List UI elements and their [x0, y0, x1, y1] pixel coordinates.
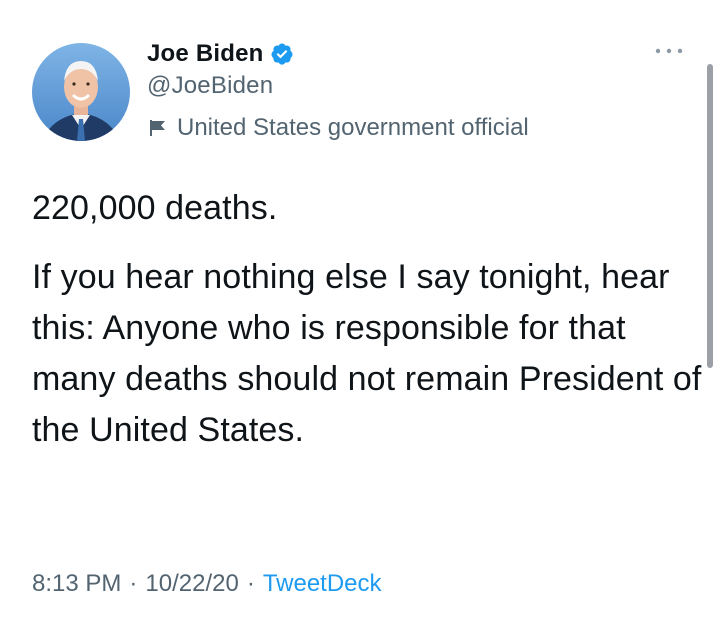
avatar[interactable] [32, 43, 130, 141]
tweet-source-link[interactable]: TweetDeck [263, 570, 382, 598]
author-handle[interactable]: @JoeBiden [147, 72, 273, 100]
scrollbar[interactable] [707, 64, 713, 368]
author-name-row[interactable]: Joe Biden [147, 38, 294, 70]
tweet-date[interactable]: 10/22/20 [145, 570, 238, 598]
tweet-meta: 8:13 PM · 10/22/20 · TweetDeck [32, 566, 382, 602]
tweet-time[interactable]: 8:13 PM [32, 570, 121, 598]
tweet-text-line: 220,000 deaths. [32, 189, 278, 227]
author-display-name[interactable]: Joe Biden [147, 40, 264, 68]
government-official-label: United States government official [177, 114, 529, 141]
meta-separator: · [246, 570, 255, 597]
author-label-row: United States government official [147, 113, 529, 143]
tweet-card: Joe Biden @JoeBiden United States govern… [0, 0, 720, 621]
verified-badge-icon [270, 42, 294, 66]
meta-separator: · [129, 570, 138, 597]
flag-icon [147, 117, 169, 139]
tweet-text-paragraph: If you hear nothing else I say tonight, … [32, 258, 702, 449]
more-options-icon[interactable] [652, 44, 686, 58]
